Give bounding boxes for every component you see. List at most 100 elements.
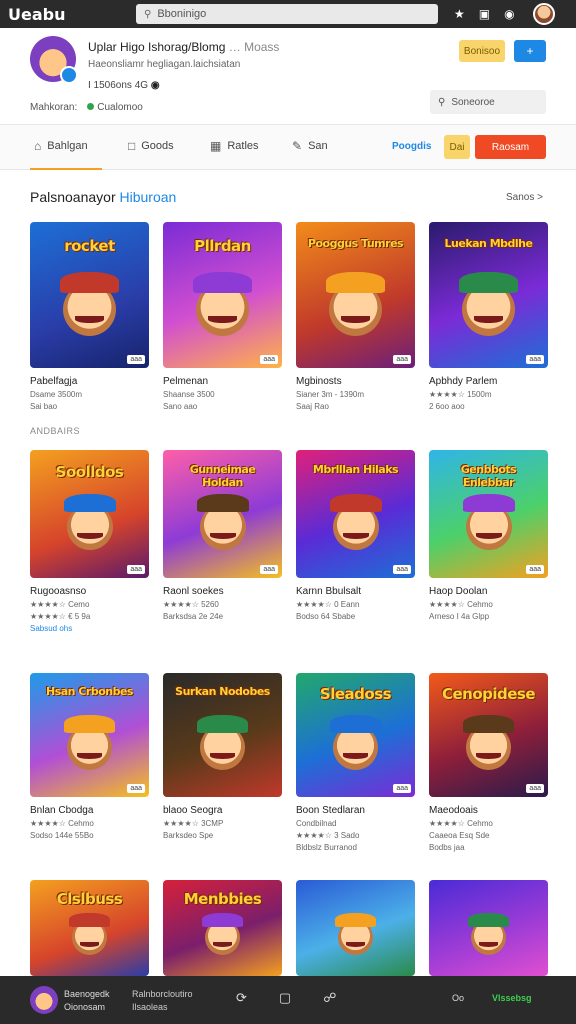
profile-stats: I 1506ons 4G ◉ xyxy=(88,80,160,91)
game-card[interactable]: Pooggus Tumres aaa Mgbinosts Sianer 3m - 13… xyxy=(296,222,415,411)
game-thumbnail[interactable] xyxy=(296,880,415,976)
link-icon[interactable]: ☍ xyxy=(323,990,336,1006)
primary-action-button[interactable]: Raosam xyxy=(475,135,546,159)
star-button[interactable]: Dai xyxy=(444,135,470,159)
game-card[interactable]: Menbbies xyxy=(163,880,282,976)
game-title: Apbhdy Parlem xyxy=(429,376,498,387)
character-hat xyxy=(197,715,248,733)
game-card[interactable]: Pllrdan aaa Pelmenan Shaanse 3500 Sano aao xyxy=(163,222,282,411)
tab-bar: ⌂ Bahlgan □ Goods ▦ Ratles ✎ San Poogdis… xyxy=(0,124,576,170)
character-hat xyxy=(202,913,243,927)
game-link[interactable]: Sabsud ohs xyxy=(30,624,149,633)
game-badge: aaa xyxy=(393,355,411,364)
game-meta: Bodso 64 Sbabe xyxy=(296,612,356,621)
game-thumbnail[interactable]: Mbrlllan Hilaks aaa xyxy=(296,450,415,578)
tab-home[interactable]: ⌂ Bahlgan xyxy=(30,139,102,170)
profile-stats-text: I 1506ons 4G xyxy=(88,80,149,91)
tab-link[interactable]: Poogdis xyxy=(392,141,431,152)
game-thumbnail[interactable]: Pooggus Tumres aaa xyxy=(296,222,415,368)
game-meta: ★★★★☆ € 5 9a xyxy=(30,612,91,621)
app-logo[interactable]: Ueabu xyxy=(8,5,118,24)
game-thumbnail[interactable]: Genbbots Enlebbar aaa xyxy=(429,450,548,578)
game-art-title: Hsan Crbonbes xyxy=(46,685,133,698)
add-button[interactable]: + xyxy=(514,40,546,62)
game-title: Mgbinosts xyxy=(296,376,342,387)
game-title: Karnn Bbulsalt xyxy=(296,586,362,597)
game-thumbnail[interactable]: Surkan Nodobes xyxy=(163,673,282,797)
game-meta: Bodbs jaa xyxy=(429,843,465,852)
square-icon[interactable]: ▢ xyxy=(279,990,291,1006)
game-meta: Sano aao xyxy=(163,402,198,411)
character-hat xyxy=(335,913,376,927)
game-card[interactable]: rocket aaa Pabelfagja Dsame 3500m Sai bao xyxy=(30,222,149,411)
game-badge: aaa xyxy=(526,565,544,574)
game-meta: Barksdeo Spe xyxy=(163,831,214,840)
game-meta: 2 6oo aoo xyxy=(429,402,465,411)
game-thumbnail[interactable]: Menbbies xyxy=(163,880,282,976)
game-art-title: Pooggus Tumres xyxy=(307,237,404,250)
game-card[interactable]: Luekan Mbdlhe aaa Apbhdy Parlem ★★★★☆ 1500m… xyxy=(429,222,548,411)
see-all-link[interactable]: Sanos > xyxy=(506,192,543,203)
game-thumbnail[interactable]: Clslbuss xyxy=(30,880,149,976)
home-icon: ⌂ xyxy=(34,139,42,153)
game-thumbnail[interactable]: Gunneimae Holdan aaa xyxy=(163,450,282,578)
game-card[interactable] xyxy=(296,880,415,976)
game-meta: ★★★★☆ 3CMP xyxy=(163,819,224,828)
game-thumbnail[interactable]: Sleadoss aaa xyxy=(296,673,415,797)
game-meta: ★★★★☆ Cehmo xyxy=(429,600,493,609)
game-thumbnail[interactable] xyxy=(429,880,548,976)
game-thumbnail[interactable]: Hsan Crbonbes aaa xyxy=(30,673,149,797)
game-title: blaoo Seogra xyxy=(163,805,223,816)
game-card[interactable]: Hsan Crbonbes aaa Bnlan Cbodga ★★★★☆ Cehmo S… xyxy=(30,673,149,840)
game-card[interactable]: Cenopidese aaa Maeodoais ★★★★☆ Cehmo Caaeoa … xyxy=(429,673,548,852)
refresh-icon[interactable]: ⟳ xyxy=(236,990,247,1006)
game-card[interactable]: Sleadoss aaa Boon Stedlaran Condbilnad ★★★★☆… xyxy=(296,673,415,852)
game-meta: Sai bao xyxy=(30,402,58,411)
character-hat xyxy=(64,494,116,512)
follow-button[interactable]: Bonisoo xyxy=(459,40,505,62)
game-card[interactable]: Soolldos aaa Rugooasnso ★★★★☆ Cemo ★★★★☆ € 5… xyxy=(30,450,149,633)
bottom-status[interactable]: Vlssebsg xyxy=(492,993,532,1003)
tab-label: San xyxy=(308,140,328,152)
bottom-avatar[interactable] xyxy=(30,986,58,1014)
profile-stats-icon: ◉ xyxy=(150,80,160,91)
game-meta: ★★★★☆ 0 Eann xyxy=(296,600,360,609)
game-meta: Bldbslz Burranod xyxy=(296,843,357,852)
address-bar[interactable]: ⚲ Bboninigo xyxy=(136,4,438,24)
folder-icon[interactable]: ▣ xyxy=(479,7,490,21)
search-placeholder: Soneoroe xyxy=(451,96,495,108)
game-thumbnail[interactable]: Pllrdan aaa xyxy=(163,222,282,368)
top-bar: Ueabu ⚲ Bboninigo ★ ▣ ◉ xyxy=(0,0,576,28)
bottom-user-sub: Oionosam xyxy=(64,1002,106,1012)
character-hat xyxy=(463,715,514,733)
game-art-title: Mbrlllan Hilaks xyxy=(312,463,399,476)
game-card[interactable]: Mbrlllan Hilaks aaa Karnn Bbulsalt ★★★★☆ 0 … xyxy=(296,450,415,621)
tab-goods[interactable]: □ Goods xyxy=(128,139,174,153)
tab-ratles[interactable]: ▦ Ratles xyxy=(210,139,259,153)
search-icon: ⚲ xyxy=(144,8,152,20)
game-art-title: Surkan Nodobes xyxy=(175,685,270,698)
game-card[interactable]: Genbbots Enlebbar aaa Haop Doolan ★★★★☆ Ceh… xyxy=(429,450,548,621)
game-badge: aaa xyxy=(260,355,278,364)
location-icon[interactable]: ◉ xyxy=(504,7,514,21)
game-card[interactable] xyxy=(429,880,548,976)
tab-san[interactable]: ✎ San xyxy=(292,139,328,153)
bottom-right-label[interactable]: Oo xyxy=(452,993,464,1003)
star-icon[interactable]: ★ xyxy=(454,7,465,21)
game-card[interactable]: Clslbuss xyxy=(30,880,149,976)
game-thumbnail[interactable]: Luekan Mbdlhe aaa xyxy=(429,222,548,368)
profile-avatar[interactable] xyxy=(30,36,78,84)
game-art-title: Sleadoss xyxy=(319,685,392,703)
game-thumbnail[interactable]: rocket aaa xyxy=(30,222,149,368)
game-thumbnail[interactable]: Soolldos aaa xyxy=(30,450,149,578)
character-hat xyxy=(330,715,381,733)
game-card[interactable]: Gunneimae Holdan aaa Raonl soekes ★★★★☆ 526… xyxy=(163,450,282,621)
search-input[interactable]: ⚲ Soneoroe xyxy=(430,90,546,114)
game-card[interactable]: Surkan Nodobes blaoo Seogra ★★★★☆ 3CMP Bark… xyxy=(163,673,282,840)
game-title: Raonl soekes xyxy=(163,586,224,597)
user-avatar[interactable] xyxy=(532,3,555,25)
game-thumbnail[interactable]: Cenopidese aaa xyxy=(429,673,548,797)
game-badge: aaa xyxy=(526,355,544,364)
top-icons: ★ ▣ ◉ xyxy=(454,3,555,25)
game-meta: ★★★★☆ 5260 xyxy=(163,600,219,609)
